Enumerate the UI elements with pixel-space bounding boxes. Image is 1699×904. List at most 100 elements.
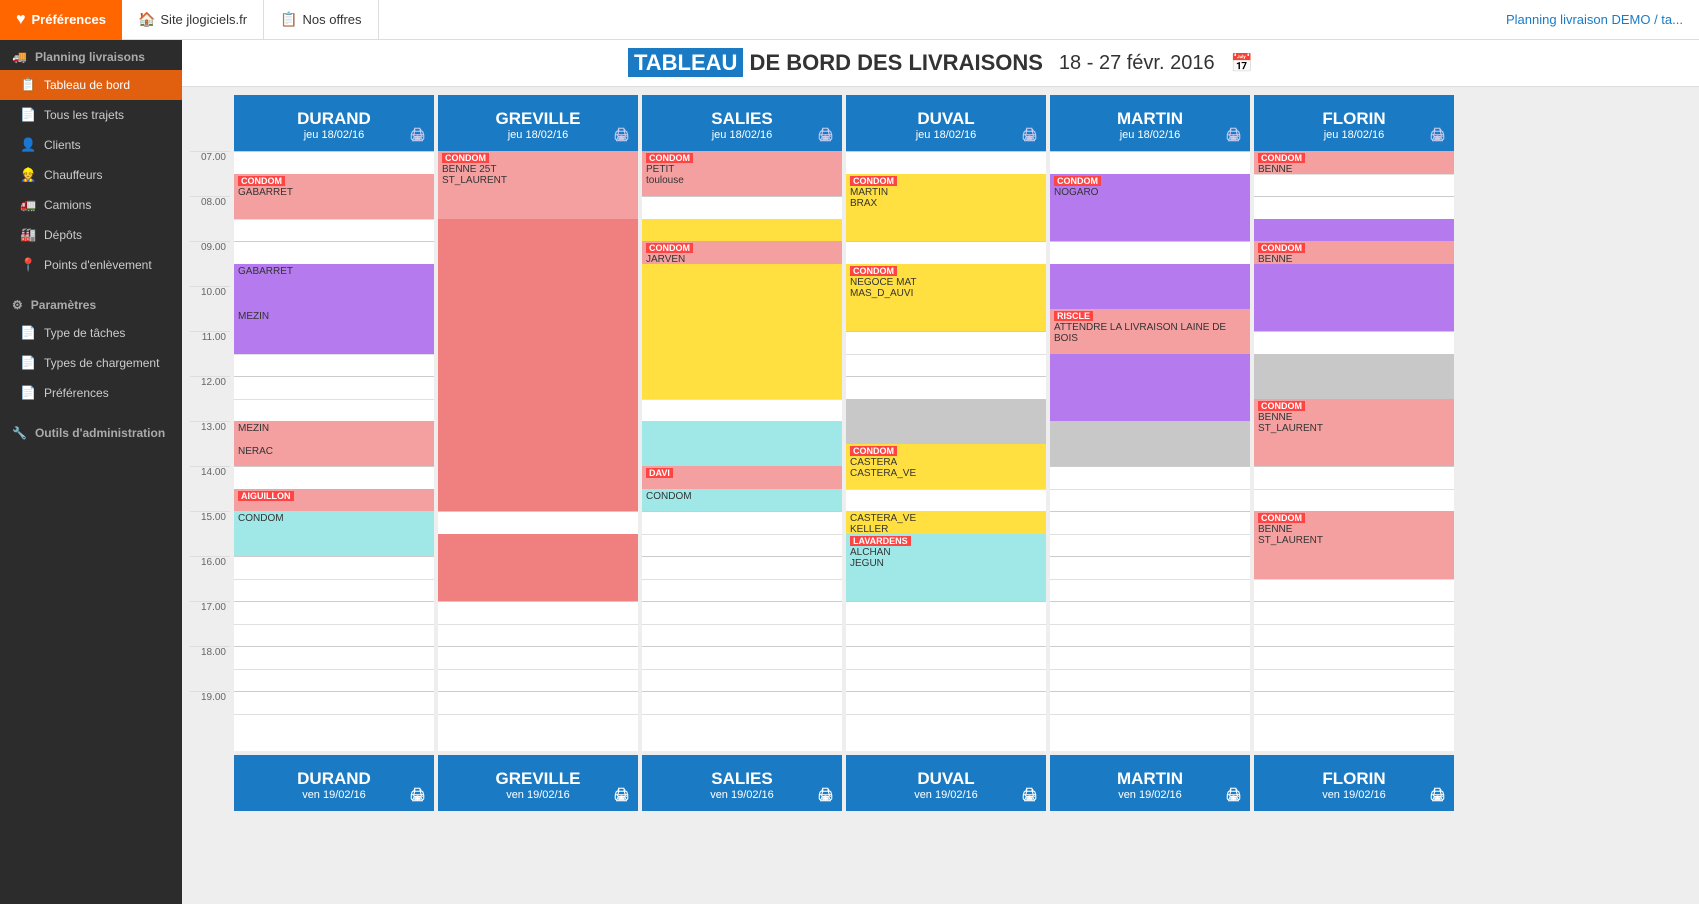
driver-name: SALIES [711, 109, 772, 129]
bottom-driver-name: GREVILLE [495, 769, 580, 789]
event-block[interactable]: CONDOMBENNE ST_LAURENT [1254, 511, 1454, 579]
event-block[interactable] [1254, 354, 1454, 399]
preferences-label: Préférences [32, 12, 106, 27]
event-block[interactable]: CONDOM [642, 489, 842, 512]
bottom-print-icon[interactable]: 🖨 [409, 787, 426, 803]
event-label: AIGUILLON [238, 491, 294, 501]
event-block[interactable] [438, 534, 638, 602]
event-block[interactable]: AIGUILLON [234, 489, 434, 512]
sidebar-section-params-label: Paramètres [31, 298, 96, 312]
event-block[interactable]: CONDOM [234, 511, 434, 556]
print-icon[interactable]: 🖨 [1225, 127, 1242, 143]
event-block[interactable] [438, 219, 638, 512]
planning-grid: 07.0008.0009.0010.0011.0012.0013.0014.00… [182, 87, 1699, 904]
planning-scroll: 07.0008.0009.0010.0011.0012.0013.0014.00… [190, 95, 1691, 751]
event-block[interactable]: CONDOMPETIT toulouse [642, 151, 842, 196]
camions-label: Camions [44, 198, 91, 212]
calendar-icon[interactable]: 📅 [1231, 53, 1253, 74]
event-block[interactable]: CONDOMNOGARO [1050, 174, 1250, 242]
event-block[interactable]: CONDOMBENNE ST_LAURENT [1254, 241, 1454, 264]
demo-link[interactable]: Planning livraison DEMO / ta... [1506, 12, 1699, 27]
print-icon[interactable]: 🖨 [409, 127, 426, 143]
event-block[interactable]: CONDOMJARVEN tournefeu [642, 241, 842, 264]
event-text: ATTENDRE LA LIVRAISON LAINE DE BOIS [1054, 322, 1226, 344]
offres-link-label: Nos offres [303, 12, 362, 27]
event-block[interactable]: CONDOMMARTIN BRAX [846, 174, 1046, 242]
event-block[interactable]: CONDOMGABARRET [234, 174, 434, 219]
event-block[interactable]: CONDOMBENNE ST_LAURENT [1254, 399, 1454, 467]
sidebar-section-planning-label: Planning livraisons [35, 50, 145, 64]
event-block[interactable]: DAVI [642, 466, 842, 489]
print-icon[interactable]: 🖨 [817, 127, 834, 143]
site-link[interactable]: 🏠 Site jlogiciels.fr [122, 0, 264, 40]
event-label: CONDOM [850, 176, 897, 186]
time-slot: 16.00 [190, 556, 230, 601]
event-text: BENNE ST_LAURENT [1258, 524, 1323, 546]
bottom-print-icon[interactable]: 🖨 [1225, 787, 1242, 803]
event-block[interactable]: CONDOMNEGOCE MAT MAS_D_AUVI [846, 264, 1046, 332]
sidebar-item-types-chargement[interactable]: 📄 Types de chargement [0, 348, 182, 378]
sidebar-item-camions[interactable]: 🚛 Camions [0, 190, 182, 220]
event-text: BENNE ST_LAURENT [1258, 164, 1323, 174]
preferences-sidebar-label: Préférences [44, 386, 109, 400]
offres-link[interactable]: 📋 Nos offres [264, 0, 378, 40]
event-text: NEGOCE MAT MAS_D_AUVI [850, 277, 916, 299]
tableau-bord-label: Tableau de bord [44, 78, 130, 92]
event-label: CONDOM [850, 266, 897, 276]
bottom-driver-name: MARTIN [1117, 769, 1183, 789]
driver-body-martin: CONDOMNOGARO RISCLEATTENDRE LA LIVRAISON … [1050, 151, 1250, 751]
sidebar-item-depots[interactable]: 🏭 Dépôts [0, 220, 182, 250]
event-block[interactable]: CONDOMBENNE ST_LAURENT [1254, 151, 1454, 174]
topbar: ♥ Préférences 🏠 Site jlogiciels.fr 📋 Nos… [0, 0, 1699, 40]
sidebar-item-points-enlevement[interactable]: 📍 Points d'enlèvement [0, 250, 182, 280]
driver-header-greville: GREVILLE jeu 18/02/16 🖨 [438, 95, 638, 151]
event-text: GABARRET [238, 266, 293, 277]
bottom-print-icon[interactable]: 🖨 [1021, 787, 1038, 803]
bottom-print-icon[interactable]: 🖨 [613, 787, 630, 803]
event-text: CONDOM [238, 513, 284, 524]
event-block[interactable]: CONDOMCASTERA CASTERA_VE [846, 444, 1046, 489]
sidebar-item-tableau-bord[interactable]: 📋 Tableau de bord [0, 70, 182, 100]
bottom-print-icon[interactable]: 🖨 [1429, 787, 1446, 803]
print-icon[interactable]: 🖨 [1021, 127, 1038, 143]
time-slot: 11.00 [190, 331, 230, 376]
time-slot: 13.00 [190, 421, 230, 466]
event-text: GABARRET [238, 187, 293, 198]
event-block[interactable]: MEZIN [234, 309, 434, 354]
event-label: CONDOM [646, 153, 693, 163]
bottom-driver-date: ven 19/02/16 [506, 789, 570, 801]
event-block[interactable]: GABARRET [234, 264, 434, 309]
driver-header-duval: DUVAL jeu 18/02/16 🖨 [846, 95, 1046, 151]
driver-name: MARTIN [1117, 109, 1183, 129]
sidebar-item-preferences[interactable]: 📄 Préférences [0, 378, 182, 408]
points-icon: 📍 [20, 257, 36, 273]
event-block[interactable]: CONDOMBENNE 25T ST_LAURENT [438, 151, 638, 219]
driver-name: GREVILLE [495, 109, 580, 129]
event-label: CONDOM [1258, 243, 1305, 253]
print-icon[interactable]: 🖨 [1429, 127, 1446, 143]
chauffeurs-icon: 👷 [20, 167, 36, 183]
event-label: CONDOM [238, 176, 285, 186]
types-chargement-label: Types de chargement [44, 356, 159, 370]
bottom-print-icon[interactable]: 🖨 [817, 787, 834, 803]
event-text: MEZIN [238, 423, 269, 434]
event-label: CONDOM [442, 153, 489, 163]
event-block[interactable] [1050, 421, 1250, 466]
sidebar-item-clients[interactable]: 👤 Clients [0, 130, 182, 160]
bottom-driver-name: FLORIN [1322, 769, 1385, 789]
sidebar-item-chauffeurs[interactable]: 👷 Chauffeurs [0, 160, 182, 190]
event-text: BENNE ST_LAURENT [1258, 254, 1323, 264]
sidebar-item-tous-trajets[interactable]: 📄 Tous les trajets [0, 100, 182, 130]
print-icon[interactable]: 🖨 [613, 127, 630, 143]
driver-col-martin: MARTIN jeu 18/02/16 🖨 CONDOMNOGARORISCLE… [1050, 95, 1250, 751]
event-block[interactable]: LAVARDENSALCHAN JEGUN [846, 534, 1046, 602]
truck-icon: 🚚 [12, 50, 27, 64]
main-layout: 🚚 Planning livraisons 📋 Tableau de bord … [0, 40, 1699, 904]
preferences-button[interactable]: ♥ Préférences [0, 0, 122, 40]
gear-icon: ⚙ [12, 298, 23, 312]
sidebar-item-type-taches[interactable]: 📄 Type de tâches [0, 318, 182, 348]
event-block[interactable] [1254, 286, 1454, 331]
event-block[interactable]: NERAC [234, 444, 434, 467]
event-block[interactable]: RISCLEATTENDRE LA LIVRAISON LAINE DE BOI… [1050, 309, 1250, 354]
event-block[interactable]: MEZIN [234, 421, 434, 444]
